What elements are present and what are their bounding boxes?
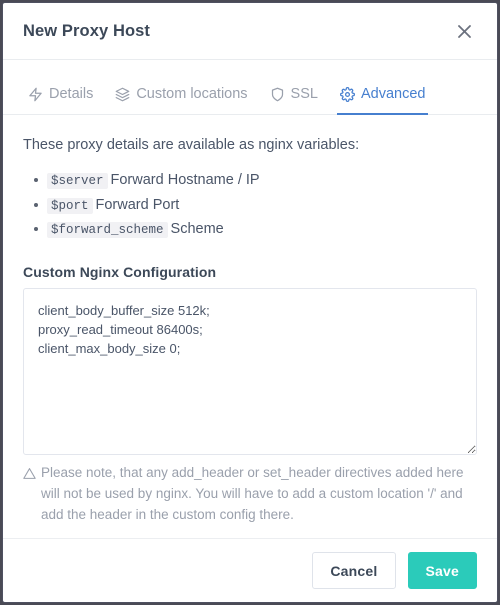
dialog-tabs: Details Custom locations SSL Advanced	[3, 60, 497, 115]
tab-ssl[interactable]: SSL	[259, 86, 329, 114]
cancel-button[interactable]: Cancel	[312, 552, 396, 589]
gear-icon	[340, 86, 355, 102]
nginx-header-note-text: Please note, that any add_header or set_…	[41, 464, 464, 522]
page-title: New Proxy Host	[23, 21, 151, 40]
nginx-variable-list: $server Forward Hostname / IP $port Forwar…	[23, 169, 477, 242]
dialog-body: These proxy details are available as ngi…	[3, 115, 497, 538]
variable-name: $forward_scheme	[47, 222, 168, 238]
tab-details-label: Details	[49, 86, 94, 102]
tab-advanced-label: Advanced	[360, 86, 426, 102]
variable-description: Scheme	[170, 221, 224, 237]
tab-details[interactable]: Details	[17, 86, 104, 114]
warning-triangle-icon	[23, 462, 36, 525]
shield-icon	[270, 87, 285, 102]
list-item: $server Forward Hostname / IP	[34, 169, 477, 193]
dialog-footer: Cancel Save	[3, 538, 497, 602]
custom-nginx-config-input[interactable]	[23, 287, 477, 455]
close-icon[interactable]	[451, 18, 477, 44]
variable-description: Forward Hostname / IP	[110, 172, 260, 188]
variable-description: Forward Port	[95, 196, 180, 213]
list-item: $port Forward Port	[34, 194, 477, 218]
intro-text: These proxy details are available as ngi…	[23, 137, 360, 153]
list-item: $forward_scheme Scheme	[34, 218, 477, 242]
tab-custom-locations-label: Custom locations	[136, 86, 248, 102]
tab-ssl-label: SSL	[290, 86, 318, 102]
variable-name: $port	[47, 197, 93, 214]
nginx-header-note: Please note, that any add_header or set_…	[23, 462, 477, 525]
dialog-header: New Proxy Host	[3, 3, 497, 60]
variable-name: $server	[47, 173, 108, 189]
tab-advanced[interactable]: Advanced	[329, 86, 437, 115]
save-button[interactable]: Save	[407, 552, 477, 589]
new-proxy-host-dialog: New Proxy Host Details Custom locations …	[2, 2, 498, 603]
custom-nginx-config-label: Custom Nginx Configuration	[23, 263, 217, 280]
zap-icon	[28, 87, 43, 102]
tab-custom-locations[interactable]: Custom locations	[104, 86, 258, 114]
layers-icon	[115, 87, 130, 102]
